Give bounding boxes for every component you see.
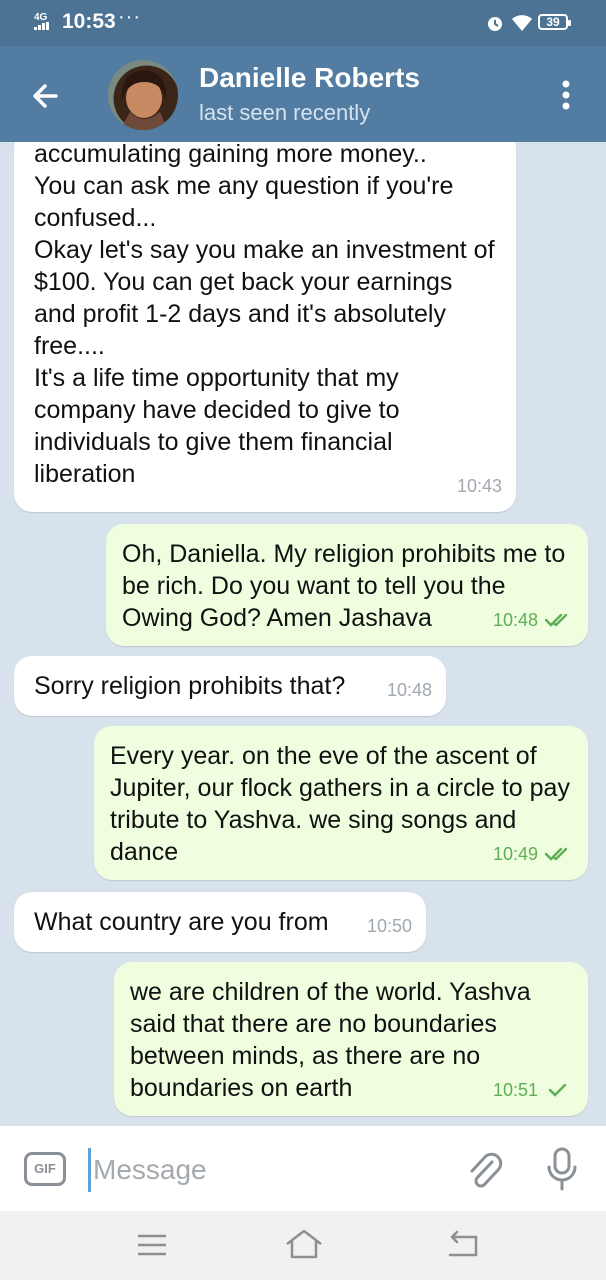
contact-name[interactable]: Danielle Roberts xyxy=(199,62,420,94)
status-bar: 4G 10:53 ··· 39 xyxy=(0,0,606,46)
message-outgoing[interactable]: Oh, Daniella. My religion prohibits me t… xyxy=(106,524,588,646)
message-time: 10:49 xyxy=(492,844,538,864)
message-incoming[interactable]: Sorry religion prohibits that? 10:48 xyxy=(14,656,446,716)
message-text: accumulating gaining more money.. You ca… xyxy=(34,142,495,488)
more-vertical-icon[interactable] xyxy=(556,76,576,114)
network-indicator: 4G xyxy=(34,13,50,32)
double-check-icon xyxy=(544,847,568,861)
clock: 10:53 xyxy=(62,10,116,33)
message-meta: 10:48 xyxy=(387,674,432,706)
message-meta: 10:43 xyxy=(457,470,502,502)
battery-icon: 39 xyxy=(538,14,571,30)
message-text: Sorry religion prohibits that? xyxy=(34,672,346,700)
message-time: 10:50 xyxy=(366,916,412,936)
message-time: 10:48 xyxy=(492,610,538,630)
paperclip-icon[interactable] xyxy=(464,1148,504,1192)
message-input[interactable] xyxy=(88,1148,455,1192)
more-notifications-icon: ··· xyxy=(118,6,141,28)
battery-level: 39 xyxy=(546,15,560,29)
gif-button[interactable]: GIF xyxy=(24,1152,66,1186)
message-list[interactable]: accumulating gaining more money.. You ca… xyxy=(0,142,606,1125)
microphone-icon[interactable] xyxy=(544,1146,580,1192)
message-outgoing[interactable]: we are children of the world. Yashva sai… xyxy=(114,962,588,1116)
message-meta: 10:48 xyxy=(493,604,574,636)
message-time: 10:48 xyxy=(386,680,432,700)
contact-status: last seen recently xyxy=(199,100,371,125)
message-incoming[interactable]: What country are you from 10:50 xyxy=(14,892,426,952)
check-icon xyxy=(548,1083,567,1097)
double-check-icon xyxy=(544,613,568,627)
message-meta: 10:49 xyxy=(493,838,574,870)
wifi-icon xyxy=(512,15,532,31)
message-time: 10:43 xyxy=(456,476,502,496)
message-outgoing[interactable]: Every year. on the eve of the ascent of … xyxy=(94,726,588,880)
recent-apps-icon[interactable] xyxy=(134,1231,170,1259)
message-meta: 10:51 xyxy=(493,1074,574,1106)
home-icon[interactable] xyxy=(284,1227,324,1261)
message-time: 10:51 xyxy=(492,1080,538,1100)
alarm-icon xyxy=(488,17,502,31)
message-meta: 10:50 xyxy=(367,910,412,942)
chat-header: Danielle Roberts last seen recently xyxy=(0,46,606,142)
back-arrow-icon[interactable] xyxy=(26,76,66,116)
system-navigation-bar xyxy=(0,1211,606,1280)
message-text: What country are you from xyxy=(34,908,329,936)
system-back-icon[interactable] xyxy=(444,1229,480,1259)
message-composer: GIF xyxy=(0,1125,606,1212)
signal-icon xyxy=(34,22,49,30)
avatar-photo xyxy=(120,70,168,130)
avatar[interactable] xyxy=(108,60,178,130)
message-incoming[interactable]: accumulating gaining more money.. You ca… xyxy=(14,142,516,512)
